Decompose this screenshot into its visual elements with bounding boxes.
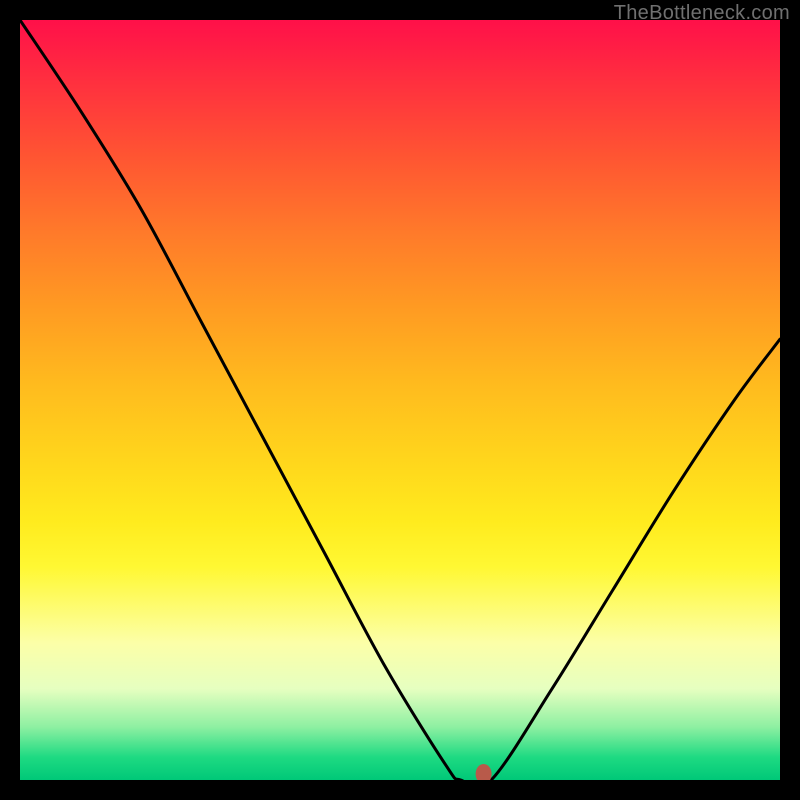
optimal-point-marker [476,764,492,780]
plot-area [20,20,780,780]
curve-svg [20,20,780,780]
bottleneck-curve [20,20,780,780]
chart-frame: TheBottleneck.com [0,0,800,800]
watermark-text: TheBottleneck.com [614,2,790,25]
